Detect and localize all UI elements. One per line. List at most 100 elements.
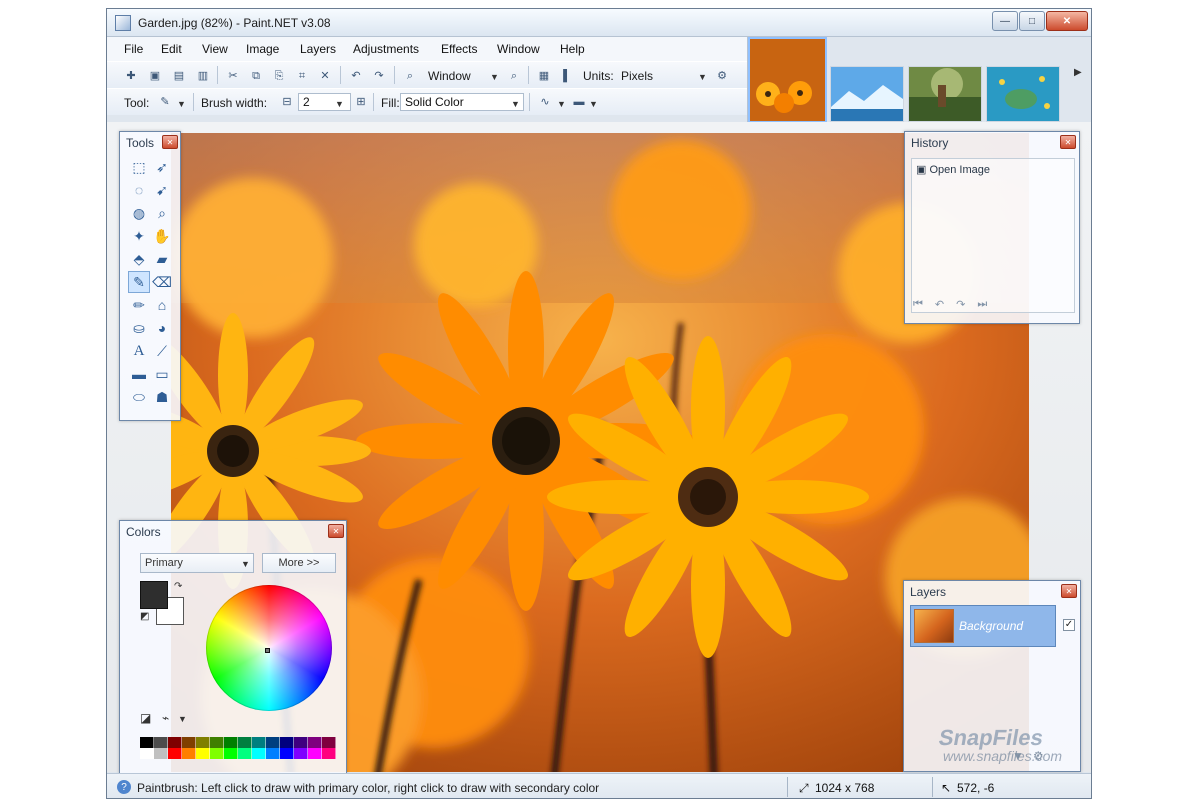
move-selection-icon[interactable]: ➶ — [151, 156, 173, 178]
pencil-icon[interactable]: ✏ — [128, 294, 150, 316]
colors-panel-close-icon[interactable]: ✕ — [328, 524, 344, 538]
paintbrush-icon[interactable]: ✎ — [157, 94, 173, 110]
redo-history-icon[interactable]: ↷ — [956, 298, 965, 311]
zoom-icon[interactable]: ⌕ — [151, 202, 173, 224]
magic-wand-icon[interactable]: ✦ — [128, 225, 150, 247]
layer-row[interactable]: Background — [910, 605, 1056, 647]
thumbnail[interactable] — [986, 66, 1060, 122]
print-icon[interactable]: ▥ — [195, 68, 211, 84]
last-history-icon[interactable]: ⏭ — [977, 298, 987, 311]
history-item-label: Open Image — [929, 164, 991, 176]
chevron-down-icon[interactable]: ▼ — [490, 72, 499, 82]
color-palette[interactable] — [140, 737, 336, 759]
plus-icon[interactable]: ⊞ — [353, 94, 369, 110]
chevron-down-icon[interactable]: ▼ — [557, 99, 566, 109]
gradient-icon[interactable]: ▰ — [151, 248, 173, 270]
tools-panel-close-icon[interactable]: ✕ — [162, 135, 178, 149]
history-item[interactable]: ▣ Open Image — [916, 163, 990, 176]
primary-color-swatch[interactable] — [140, 581, 168, 609]
clone-stamp-icon[interactable]: ⛀ — [128, 317, 150, 339]
pan-icon[interactable]: ✋ — [151, 225, 173, 247]
layer-thumbnail — [914, 609, 954, 643]
deselect-icon[interactable]: ✕ — [317, 68, 333, 84]
paintbrush-tool-icon[interactable]: ✎ — [128, 271, 150, 293]
lasso-icon[interactable]: ◌ — [128, 179, 150, 201]
grid-icon[interactable]: ▦ — [536, 68, 552, 84]
chevron-down-icon[interactable]: ▼ — [335, 99, 344, 109]
paste-icon[interactable]: ⎘ — [271, 68, 287, 84]
ruler-icon[interactable]: ▌ — [559, 68, 575, 84]
menu-edit[interactable]: Edit — [161, 42, 182, 56]
open-folder-icon[interactable]: ▣ — [147, 68, 163, 84]
undo-history-icon[interactable]: ↶ — [935, 298, 944, 311]
fill-select[interactable]: Solid Color — [400, 93, 524, 111]
palette-icon[interactable]: ◪ — [140, 711, 151, 725]
units-value[interactable]: Pixels — [621, 69, 653, 83]
maximize-button[interactable]: □ — [1019, 11, 1045, 31]
menu-help[interactable]: Help — [560, 42, 585, 56]
minimize-button[interactable]: — — [992, 11, 1018, 31]
redo-icon[interactable]: ↷ — [371, 68, 387, 84]
help-icon: ? — [117, 780, 131, 794]
eraser-icon[interactable]: ⌫ — [151, 271, 173, 293]
save-icon[interactable]: ▤ — [171, 68, 187, 84]
ellipse-icon[interactable]: ⬭ — [128, 386, 150, 408]
crop-icon[interactable]: ⌗ — [294, 68, 310, 84]
rounded-rectangle-icon[interactable]: ▭ — [151, 363, 173, 385]
chevron-down-icon[interactable]: ▼ — [589, 99, 598, 109]
first-history-icon[interactable]: ⏮ — [913, 298, 923, 311]
rectangle-icon[interactable]: ▬ — [128, 363, 150, 385]
swap-colors-icon[interactable]: ↷ — [174, 581, 182, 592]
chevron-down-icon[interactable]: ▼ — [177, 99, 186, 109]
chevron-down-icon[interactable]: ▼ — [511, 99, 520, 109]
zoom-mode-value[interactable]: Window — [428, 69, 471, 83]
app-icon — [115, 15, 131, 31]
palette-menu-icon[interactable]: ⌁ — [162, 711, 169, 725]
curve-icon[interactable]: ∿ — [537, 94, 553, 110]
status-bar: ? Paintbrush: Left click to draw with pr… — [107, 773, 1091, 798]
undo-icon[interactable]: ↶ — [348, 68, 364, 84]
color-target-select[interactable]: Primary — [140, 553, 254, 573]
menu-layers[interactable]: Layers — [300, 42, 336, 56]
chevron-down-icon[interactable]: ▼ — [698, 72, 707, 82]
close-button[interactable]: ✕ — [1046, 11, 1088, 31]
menu-effects[interactable]: Effects — [441, 42, 477, 56]
copy-icon[interactable]: ⧉ — [248, 68, 264, 84]
color-wheel-marker — [265, 648, 270, 653]
chevron-down-icon[interactable]: ▼ — [178, 714, 187, 724]
chevron-down-icon[interactable]: ▼ — [241, 559, 250, 569]
zoom-in-icon[interactable]: ⌕ — [506, 68, 522, 84]
thumbnail[interactable] — [830, 66, 904, 122]
ellipse-select-icon[interactable]: ◍ — [128, 202, 150, 224]
thumbnail[interactable] — [908, 66, 982, 122]
menu-window[interactable]: Window — [497, 42, 540, 56]
thumb-right-icon[interactable]: ▶ — [1074, 67, 1082, 97]
recolor-icon[interactable]: ◕ — [151, 317, 173, 339]
selected-thumbnail[interactable] — [748, 37, 827, 123]
layer-visibility-checkbox[interactable]: ✓ — [1063, 619, 1075, 631]
line-curve-icon[interactable]: ⟋ — [151, 340, 173, 362]
history-panel-close-icon[interactable]: ✕ — [1060, 135, 1076, 149]
watermark-url: www.snapfiles.com — [943, 748, 1063, 764]
zoom-out-icon[interactable]: ⌕ — [402, 68, 418, 84]
settings-icon[interactable]: ⚙ — [714, 68, 730, 84]
menu-adjustments[interactable]: Adjustments — [353, 42, 419, 56]
new-file-icon[interactable]: ✚ — [123, 68, 139, 84]
text-icon[interactable]: A — [128, 340, 150, 362]
menu-file[interactable]: File — [124, 42, 143, 56]
rectangle-select-icon[interactable]: ⬚ — [128, 156, 150, 178]
cut-icon[interactable]: ✂ — [225, 68, 241, 84]
minus-icon[interactable]: ⊟ — [279, 94, 295, 110]
paint-bucket-icon[interactable]: ⬘ — [128, 248, 150, 270]
more-colors-button[interactable]: More >> — [262, 553, 336, 573]
layers-panel-close-icon[interactable]: ✕ — [1061, 584, 1077, 598]
color-picker-icon[interactable]: ⌂ — [151, 294, 173, 316]
freeform-shape-icon[interactable]: ☗ — [151, 386, 173, 408]
menu-view[interactable]: View — [202, 42, 228, 56]
image-size: 1024 x 768 — [815, 781, 875, 795]
menu-image[interactable]: Image — [246, 42, 279, 56]
main-window: Garden.jpg (82%) - Paint.NET v3.08 — □ ✕… — [106, 8, 1092, 799]
color-mode-icon[interactable]: ▬ — [571, 94, 587, 110]
reset-colors-icon[interactable]: ◩ — [140, 611, 149, 622]
move-selected-icon[interactable]: ➹ — [151, 179, 173, 201]
